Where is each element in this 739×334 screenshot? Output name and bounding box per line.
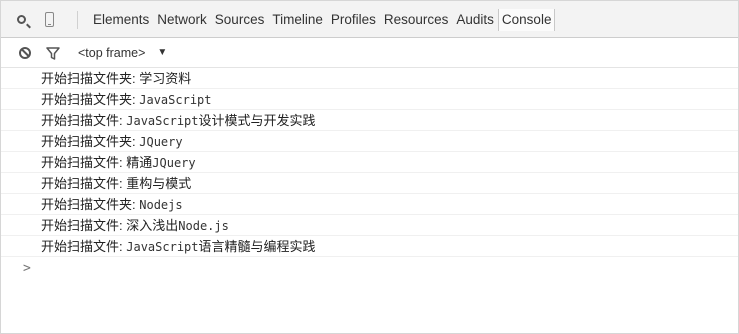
devtools-toolbar: Elements Network Sources Timeline Profil… bbox=[1, 1, 738, 38]
devtools-window: Elements Network Sources Timeline Profil… bbox=[0, 0, 739, 334]
clear-console-icon[interactable] bbox=[19, 47, 31, 59]
console-message: 开始扫描文件: 深入浅出Node.js bbox=[1, 215, 738, 236]
message-value: JavaScript bbox=[126, 240, 199, 254]
chevron-down-icon: ▼ bbox=[157, 47, 168, 58]
tab-timeline[interactable]: Timeline bbox=[268, 1, 327, 38]
message-prefix: 开始扫描文件: bbox=[41, 155, 123, 170]
message-value: 学习资料 bbox=[139, 71, 192, 86]
message-value: JavaScript bbox=[139, 93, 212, 107]
message-prefix: 开始扫描文件夹: bbox=[41, 197, 136, 212]
message-value: JavaScript bbox=[126, 114, 199, 128]
console-message: 开始扫描文件: JavaScript设计模式与开发实践 bbox=[1, 110, 738, 131]
message-value: 深入浅出 bbox=[126, 218, 179, 233]
message-suffix: 语言精髓与编程实践 bbox=[198, 239, 316, 254]
message-prefix: 开始扫描文件: bbox=[41, 176, 123, 191]
filter-icon[interactable] bbox=[46, 47, 60, 65]
message-value: JQuery bbox=[139, 135, 183, 149]
console-message: 开始扫描文件: 重构与模式 bbox=[1, 173, 738, 194]
device-mode-icon[interactable] bbox=[45, 12, 54, 27]
message-suffix: JQuery bbox=[152, 156, 196, 170]
console-message: 开始扫描文件夹: JavaScript bbox=[1, 89, 738, 110]
tab-network[interactable]: Network bbox=[153, 1, 211, 38]
frame-selector[interactable]: <top frame> ▼ bbox=[78, 38, 167, 68]
message-prefix: 开始扫描文件夹: bbox=[41, 92, 136, 107]
message-prefix: 开始扫描文件夹: bbox=[41, 134, 136, 149]
console-message: 开始扫描文件: 精通JQuery bbox=[1, 152, 738, 173]
message-value: 重构与模式 bbox=[126, 176, 192, 191]
panel-tabs: Elements Network Sources Timeline Profil… bbox=[89, 1, 556, 38]
tab-profiles[interactable]: Profiles bbox=[327, 1, 380, 38]
console-message: 开始扫描文件夹: Nodejs bbox=[1, 194, 738, 215]
message-prefix: 开始扫描文件: bbox=[41, 239, 123, 254]
prompt-caret: > bbox=[23, 261, 31, 276]
console-prompt[interactable]: > bbox=[1, 257, 738, 281]
console-toolbar: <top frame> ▼ bbox=[1, 38, 738, 68]
frame-selector-label: <top frame> bbox=[78, 46, 146, 60]
search-icon[interactable] bbox=[17, 15, 26, 24]
console-message: 开始扫描文件: JavaScript语言精髓与编程实践 bbox=[1, 236, 738, 257]
tab-sources[interactable]: Sources bbox=[211, 1, 269, 38]
message-suffix: Node.js bbox=[178, 219, 229, 233]
message-value: 精通 bbox=[126, 155, 153, 170]
tab-console[interactable]: Console bbox=[497, 8, 556, 31]
toolbar-divider bbox=[77, 11, 78, 29]
message-suffix: 设计模式与开发实践 bbox=[198, 113, 316, 128]
message-prefix: 开始扫描文件: bbox=[41, 218, 123, 233]
message-value: Nodejs bbox=[139, 198, 183, 212]
tab-audits[interactable]: Audits bbox=[452, 1, 498, 38]
message-prefix: 开始扫描文件夹: bbox=[41, 71, 136, 86]
tab-elements[interactable]: Elements bbox=[89, 1, 153, 38]
console-message: 开始扫描文件夹: JQuery bbox=[1, 131, 738, 152]
message-prefix: 开始扫描文件: bbox=[41, 113, 123, 128]
console-message: 开始扫描文件夹: 学习资料 bbox=[1, 68, 738, 89]
tab-resources[interactable]: Resources bbox=[380, 1, 453, 38]
console-messages: 开始扫描文件夹: 学习资料 开始扫描文件夹: JavaScript 开始扫描文件… bbox=[1, 68, 738, 281]
